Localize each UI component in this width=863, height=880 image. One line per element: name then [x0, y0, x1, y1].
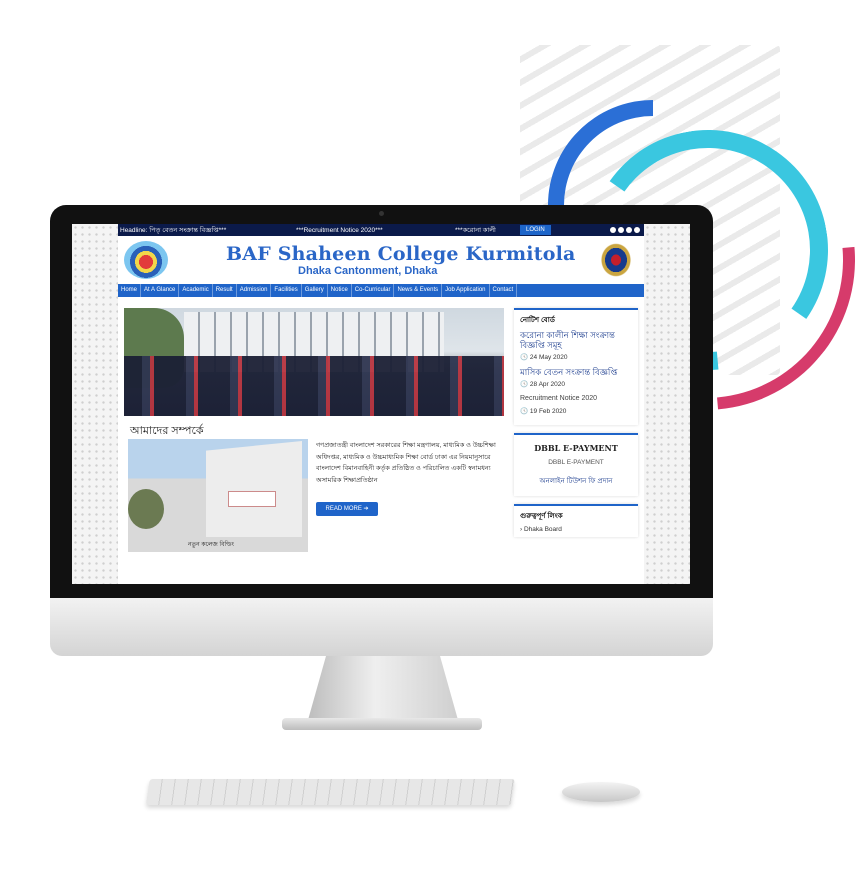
- nav-notice[interactable]: Notice: [328, 284, 352, 297]
- notice-board-title: নোটিশ বোর্ড: [520, 317, 555, 324]
- nav-contact[interactable]: Contact: [490, 284, 518, 297]
- site-header: BAF Shaheen College Kurmitola Dhaka Cant…: [118, 236, 644, 284]
- image-building: [206, 441, 302, 537]
- ticker-notice-corona[interactable]: ***করোনা কালী: [455, 225, 496, 236]
- college-logo[interactable]: [124, 241, 168, 279]
- notice-date-text: 28 Apr 2020: [529, 381, 565, 388]
- notice-board-card: নোটিশ বোর্ড করোনা কালীন শিক্ষা সংক্রান্ত…: [514, 308, 638, 425]
- link-label: Dhaka Board: [523, 526, 562, 533]
- ticker-notice-recruitment[interactable]: ***Recruitment Notice 2020***: [296, 227, 383, 234]
- keyboard: [146, 779, 515, 805]
- notice-link[interactable]: মাসিক বেতন সংক্রান্ত বিজ্ঞপ্তি: [520, 367, 632, 377]
- nav-academic[interactable]: Academic: [179, 284, 213, 297]
- nav-co-curricular[interactable]: Co-Curricular: [352, 284, 395, 297]
- nav-gallery[interactable]: Gallery: [302, 284, 328, 297]
- notice-link[interactable]: Recruitment Notice 2020: [520, 394, 632, 404]
- nav-facilities[interactable]: Facilities: [271, 284, 302, 297]
- about-text: গণপ্রজাতন্ত্রী বাংলাদেশ সরকারের শিক্ষা ম…: [316, 442, 496, 484]
- notice-date-text: 24 May 2020: [529, 354, 568, 361]
- notice-date: 🕓 28 Apr 2020: [520, 381, 565, 388]
- dbbl-title: DBBL E-PAYMENT: [534, 443, 618, 453]
- top-bar: Headline: পিতৃ বেতন সংক্রান্ত বিজ্ঞপ্তি*…: [118, 224, 644, 236]
- instagram-icon[interactable]: [626, 227, 632, 233]
- air-force-emblem: [598, 240, 634, 280]
- monitor-base: [282, 718, 482, 730]
- important-links-card: গুরুত্বপূর্ণ লিংক › Dhaka Board: [514, 504, 638, 537]
- nav-news-events[interactable]: News & Events: [394, 284, 443, 297]
- notice-date-text: 19 Feb 2020: [529, 408, 567, 415]
- online-tuition-link[interactable]: অনলাইন টিউশন ফি প্রদান: [520, 475, 632, 487]
- dbbl-payment-card: DBBL E-PAYMENT DBBL E-PAYMENT অনলাইন টিউ…: [514, 433, 638, 496]
- site-subtitle: Dhaka Cantonment, Dhaka: [298, 265, 438, 277]
- notice-date: 🕓 19 Feb 2020: [520, 408, 567, 415]
- nav-result[interactable]: Result: [213, 284, 237, 297]
- college-building-image: নতুন কলেজ বিল্ডিং: [128, 439, 308, 552]
- mouse: [562, 782, 640, 802]
- email-icon[interactable]: [634, 227, 640, 233]
- website-page: Headline: পিতৃ বেতন সংক্রান্ত বিজ্ঞপ্তি*…: [118, 224, 644, 584]
- dbbl-subtitle[interactable]: DBBL E-PAYMENT: [520, 459, 632, 466]
- screen: Headline: পিতৃ বেতন সংক্রান্ত বিজ্ঞপ্তি*…: [72, 224, 690, 584]
- important-links-title: গুরুত্বপূর্ণ লিংক: [520, 513, 563, 520]
- sidebar: নোটিশ বোর্ড করোনা কালীন শিক্ষা সংক্রান্ত…: [514, 308, 638, 545]
- notice-link[interactable]: করোনা কালীন শিক্ষা সংক্রান্ত বিজ্ঞপ্তি স…: [520, 330, 632, 350]
- monitor-chin: [50, 598, 713, 656]
- hero-people: [124, 356, 504, 416]
- link-dhaka-board[interactable]: › Dhaka Board: [520, 526, 632, 533]
- login-button[interactable]: LOGIN: [520, 225, 551, 235]
- left-pattern-border: [72, 224, 118, 584]
- twitter-icon[interactable]: [618, 227, 624, 233]
- camera-dot: [379, 211, 384, 216]
- read-more-button[interactable]: READ MORE ➔: [316, 502, 378, 516]
- main-nav: Home At A Glance Academic Result Admissi…: [118, 284, 644, 297]
- image-signboard: [228, 491, 276, 507]
- main-content: আমাদের সম্পর্কে নতুন কলেজ বিল্ডিং গণপ্রজ…: [124, 304, 504, 574]
- facebook-icon[interactable]: [610, 227, 616, 233]
- image-tree: [128, 489, 164, 529]
- notice-date: 🕓 24 May 2020: [520, 354, 568, 361]
- nav-admission[interactable]: Admission: [237, 284, 272, 297]
- right-pattern-border: [644, 224, 690, 584]
- social-icons: [610, 227, 640, 233]
- image-caption: নতুন কলেজ বিল্ডিং: [188, 542, 234, 548]
- monitor-stand: [308, 656, 458, 720]
- nav-home[interactable]: Home: [118, 284, 142, 297]
- headline-ticker[interactable]: Headline: পিতৃ বেতন সংক্রান্ত বিজ্ঞপ্তি*…: [120, 225, 226, 236]
- nav-job-application[interactable]: Job Application: [442, 284, 490, 297]
- hero-slider-image[interactable]: [124, 308, 504, 416]
- site-title: BAF Shaheen College Kurmitola: [226, 243, 576, 265]
- nav-at-a-glance[interactable]: At A Glance: [141, 284, 180, 297]
